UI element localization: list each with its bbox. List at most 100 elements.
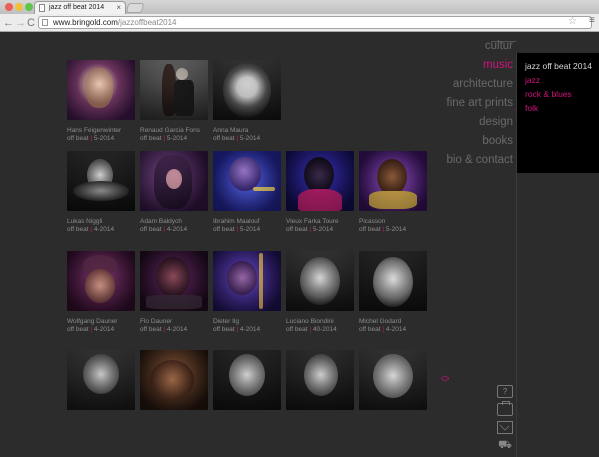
mail-icon[interactable]: [497, 421, 513, 434]
caption-name: Adam Baldych: [140, 218, 182, 225]
caption-name: Michel Godard: [359, 318, 402, 325]
photo-thumbnail[interactable]: [67, 350, 135, 410]
music-submenu: jazz off beat 2014 jazz rock & blues fol…: [517, 53, 599, 173]
tab-title: jazz off beat 2014: [49, 4, 105, 11]
caption-name: Lukas Niggli: [67, 218, 103, 225]
utility-icons: ? ⛟: [497, 385, 515, 457]
photo-thumbnail[interactable]: [286, 350, 354, 410]
browser-menu-icon[interactable]: ≡: [589, 14, 597, 28]
photo-gallery: Hans Feigenwinter off beat | 5-2014 Rena…: [67, 60, 437, 416]
browser-toolbar: ← → C www.bringold.com/jazzoffbeat2014 ☆…: [0, 14, 599, 32]
caption-meta: off beat | 5-2014: [213, 135, 261, 142]
caption-name: Flo Dauner: [140, 318, 173, 325]
caption-name: Dieter Ilg: [213, 318, 240, 325]
caption-meta: off beat | 4-2014: [213, 326, 261, 333]
photo-thumbnail[interactable]: [213, 60, 281, 120]
nav-item-design[interactable]: design: [447, 113, 513, 132]
photo-thumbnail[interactable]: [286, 151, 354, 211]
browser-tabbar: jazz off beat 2014 ×: [0, 0, 599, 14]
new-tab-button[interactable]: [125, 3, 145, 13]
gallery-row: Lukas Niggli off beat | 4-2014 Adam Bald…: [67, 151, 427, 234]
nav-item-fine-art-prints[interactable]: fine art prints: [447, 94, 513, 113]
page-icon: [39, 4, 45, 12]
caption-name: Anna Maura: [213, 127, 249, 134]
gallery-scroll-arrows: ︿ ﹀: [440, 371, 450, 388]
photo-thumbnail[interactable]: [359, 251, 427, 311]
nav-item-bio-contact[interactable]: bio & contact: [447, 151, 513, 170]
scroll-down-icon[interactable]: ﹀: [440, 379, 450, 388]
gallery-item[interactable]: Adam Baldych off beat | 4-2014: [140, 151, 208, 234]
photo-thumbnail[interactable]: [213, 251, 281, 311]
submenu-item-jazz[interactable]: jazz: [525, 73, 599, 87]
forward-button[interactable]: →: [15, 16, 26, 30]
gallery-item[interactable]: [286, 350, 354, 410]
caption-name: Luciano Biondini: [286, 318, 334, 325]
address-bar[interactable]: www.bringold.com/jazzoffbeat2014 ☆: [38, 16, 592, 29]
url-domain: www.bringold.com: [53, 18, 118, 27]
photo-thumbnail[interactable]: [359, 151, 427, 211]
gallery-row: Hans Feigenwinter off beat | 5-2014 Rena…: [67, 60, 281, 143]
gallery-item[interactable]: Anna Maura off beat | 5-2014: [213, 60, 281, 143]
page-content: Hans Feigenwinter off beat | 5-2014 Rena…: [0, 33, 599, 457]
gallery-row: [67, 350, 427, 410]
gallery-item[interactable]: Michel Godard off beat | 4-2014: [359, 251, 427, 334]
zoom-window-icon[interactable]: [25, 3, 33, 11]
caption-meta: off beat | 40-2014: [286, 326, 337, 333]
photo-thumbnail[interactable]: [67, 251, 135, 311]
caption-meta: off beat | 5-2014: [67, 135, 115, 142]
submenu-current-gallery[interactable]: jazz off beat 2014: [525, 59, 599, 73]
gallery-item[interactable]: [67, 350, 135, 410]
reload-button[interactable]: C: [27, 16, 35, 30]
gallery-item[interactable]: Dieter Ilg off beat | 4-2014: [213, 251, 281, 334]
photo-thumbnail[interactable]: [140, 350, 208, 410]
back-button[interactable]: ←: [3, 16, 14, 30]
caption-meta: off beat | 4-2014: [359, 326, 407, 333]
photo-thumbnail[interactable]: [67, 60, 135, 120]
caption-name: Hans Feigenwinter: [67, 127, 122, 134]
photo-thumbnail[interactable]: [359, 350, 427, 410]
minimize-window-icon[interactable]: [15, 3, 23, 11]
gallery-item[interactable]: Lukas Niggli off beat | 4-2014: [67, 151, 135, 234]
caption-meta: off beat | 4-2014: [67, 326, 115, 333]
gallery-item[interactable]: Ibrahim Maalouf off beat | 5-2014: [213, 151, 281, 234]
caption-meta: off beat | 5-2014: [140, 135, 188, 142]
nav-item-music[interactable]: music: [447, 56, 513, 75]
caption-meta: off beat | 4-2014: [140, 226, 188, 233]
gallery-item[interactable]: Hans Feigenwinter off beat | 5-2014: [67, 60, 135, 143]
photo-thumbnail[interactable]: [140, 60, 208, 120]
gallery-item[interactable]: Renaud Garcia Fons off beat | 5-2014: [140, 60, 208, 143]
nav-item-cultur[interactable]: cultur: [447, 37, 513, 56]
photo-thumbnail[interactable]: [213, 350, 281, 410]
gallery-item[interactable]: Vieux Farka Toure off beat | 5-2014: [286, 151, 354, 234]
tab-close-icon[interactable]: ×: [116, 3, 121, 12]
caption-name: Renaud Garcia Fons: [140, 127, 200, 134]
caption-meta: off beat | 5-2014: [359, 226, 407, 233]
caption-meta: off beat | 4-2014: [67, 226, 115, 233]
browser-tab[interactable]: jazz off beat 2014 ×: [34, 1, 126, 14]
url-path: /jazzoffbeat2014: [117, 18, 177, 27]
gallery-item[interactable]: Flo Dauner off beat | 4-2014: [140, 251, 208, 334]
photo-thumbnail[interactable]: [286, 251, 354, 311]
briefcase-icon[interactable]: [497, 401, 513, 416]
gallery-item[interactable]: Picasson off beat | 5-2014: [359, 151, 427, 234]
gallery-item[interactable]: [140, 350, 208, 410]
submenu-item-folk[interactable]: folk: [525, 101, 599, 115]
submenu-item-rock-blues[interactable]: rock & blues: [525, 87, 599, 101]
close-window-icon[interactable]: [5, 3, 13, 11]
caption-meta: off beat | 4-2014: [140, 326, 188, 333]
photo-thumbnail[interactable]: [140, 251, 208, 311]
nav-item-books[interactable]: books: [447, 132, 513, 151]
photo-thumbnail[interactable]: [140, 151, 208, 211]
bookmark-star-icon[interactable]: ☆: [568, 16, 577, 27]
caption-name: Vieux Farka Toure: [286, 218, 339, 225]
nav-item-architecture[interactable]: architecture: [447, 75, 513, 94]
gallery-item[interactable]: [359, 350, 427, 410]
gallery-item[interactable]: [213, 350, 281, 410]
gallery-item[interactable]: Luciano Biondini off beat | 40-2014: [286, 251, 354, 334]
help-icon[interactable]: ?: [497, 385, 513, 398]
gallery-item[interactable]: Wolfgang Dauner off beat | 4-2014: [67, 251, 135, 334]
page-icon: [42, 19, 48, 26]
cart-icon[interactable]: ⛟: [497, 439, 513, 452]
photo-thumbnail[interactable]: [67, 151, 135, 211]
photo-thumbnail[interactable]: [213, 151, 281, 211]
